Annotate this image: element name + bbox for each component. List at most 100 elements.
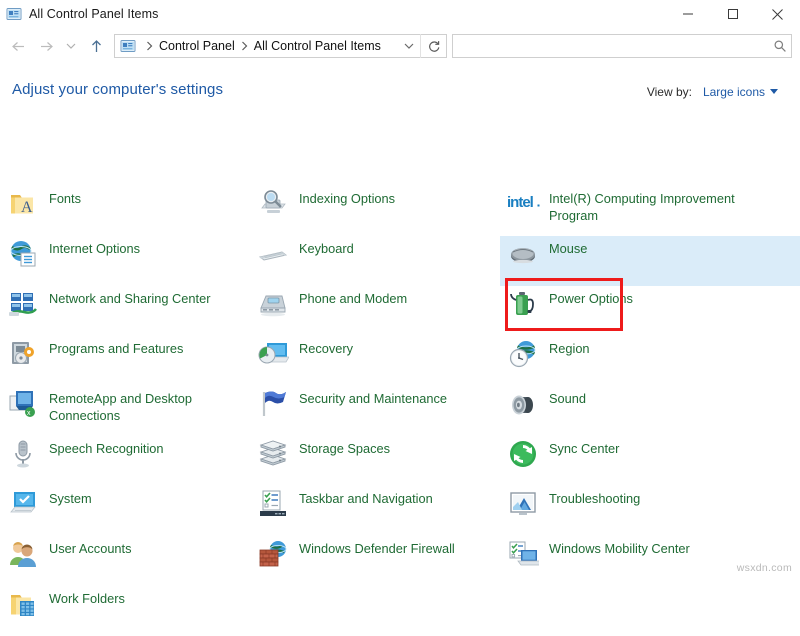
control-panel-item-remoteapp-and-desktop-connections[interactable]: x RemoteApp and Desktop Connections <box>0 386 250 436</box>
control-panel-item-sound[interactable]: Sound <box>500 386 800 436</box>
control-panel-item-work-folders[interactable]: Work Folders <box>0 586 250 636</box>
maximize-button[interactable] <box>710 0 755 28</box>
control-panel-item-fonts[interactable]: A Fonts <box>0 186 250 236</box>
control-panel-item-recovery[interactable]: Recovery <box>250 336 500 386</box>
item-label: RemoteApp and Desktop Connections <box>49 386 219 424</box>
storage-spaces-icon <box>257 438 289 470</box>
sound-speaker-icon <box>507 388 539 420</box>
item-label: System <box>49 486 92 507</box>
control-panel-item-user-accounts[interactable]: User Accounts <box>0 536 250 586</box>
control-panel-item-grid: A Fonts <box>0 186 800 636</box>
control-panel-item-sync-center[interactable]: Sync Center <box>500 436 800 486</box>
item-label: Recovery <box>299 336 353 357</box>
item-label: Fonts <box>49 186 81 207</box>
search-box[interactable] <box>452 34 792 58</box>
control-panel-item-security-and-maintenance[interactable]: Security and Maintenance <box>250 386 500 436</box>
address-bar[interactable]: Control Panel All Control Panel Items <box>114 34 447 58</box>
close-button[interactable] <box>755 0 800 28</box>
item-label: Sound <box>549 386 586 407</box>
item-label: Intel(R) Computing Improvement Program <box>549 186 749 224</box>
item-label: Windows Defender Firewall <box>299 536 455 557</box>
control-panel-item-troubleshooting[interactable]: Troubleshooting <box>500 486 800 536</box>
phone-modem-icon <box>257 288 289 320</box>
keyboard-icon <box>257 238 289 270</box>
control-panel-item-internet-options[interactable]: Internet Options <box>0 236 250 286</box>
control-panel-item-windows-defender-firewall[interactable]: Windows Defender Firewall <box>250 536 500 586</box>
region-icon <box>507 338 539 370</box>
item-label: Work Folders <box>49 586 125 607</box>
control-panel-item-region[interactable]: Region <box>500 336 800 386</box>
firewall-icon <box>257 538 289 570</box>
item-label: Speech Recognition <box>49 436 164 457</box>
address-dropdown-chevron-icon[interactable] <box>398 35 420 57</box>
programs-features-icon <box>7 338 39 370</box>
svg-text:A: A <box>21 199 33 216</box>
intel-logo-icon: intel <box>507 192 539 224</box>
mobility-center-icon <box>507 538 539 570</box>
item-label: Power Options <box>549 286 633 307</box>
back-button[interactable] <box>4 32 32 60</box>
item-label: Security and Maintenance <box>299 386 447 407</box>
page-title: Adjust your computer's settings <box>12 81 223 98</box>
forward-button[interactable] <box>32 32 60 60</box>
breadcrumb-separator-icon <box>140 41 159 51</box>
search-icon[interactable] <box>769 35 791 57</box>
microphone-icon <box>7 438 39 470</box>
item-label: Programs and Features <box>49 336 183 357</box>
item-label: Troubleshooting <box>549 486 640 507</box>
refresh-button[interactable] <box>420 34 446 58</box>
control-panel-item-intel-computing-improvement-program[interactable]: intel Intel(R) Computing Improvement Pro… <box>500 186 800 236</box>
view-by-label: View by: <box>647 85 692 99</box>
control-panel-item-speech-recognition[interactable]: Speech Recognition <box>0 436 250 486</box>
item-label: Internet Options <box>49 236 140 257</box>
control-panel-item-network-and-sharing-center[interactable]: Network and Sharing Center <box>0 286 250 336</box>
user-accounts-icon <box>7 538 39 570</box>
recent-locations-button[interactable] <box>60 32 82 60</box>
svg-text:intel: intel <box>507 194 534 211</box>
navigation-bar: Control Panel All Control Panel Items <box>0 28 800 64</box>
power-options-icon <box>507 288 539 320</box>
item-label: Keyboard <box>299 236 354 257</box>
watermark: wsxdn.com <box>737 562 792 574</box>
window-title: All Control Panel Items <box>29 7 158 21</box>
minimize-button[interactable] <box>665 0 710 28</box>
svg-text:x: x <box>27 410 31 417</box>
content-area: Adjust your computer's settings View by:… <box>0 64 800 580</box>
mouse-icon <box>507 238 539 270</box>
item-label: Region <box>549 336 590 357</box>
up-button[interactable] <box>82 32 110 60</box>
item-label: Network and Sharing Center <box>49 286 210 307</box>
control-panel-item-programs-and-features[interactable]: Programs and Features <box>0 336 250 386</box>
taskbar-navigation-icon <box>257 488 289 520</box>
flag-icon <box>257 388 289 420</box>
sync-center-icon <box>507 438 539 470</box>
control-panel-item-keyboard[interactable]: Keyboard <box>250 236 500 286</box>
item-label: Storage Spaces <box>299 436 390 457</box>
control-panel-item-windows-mobility-center[interactable]: Windows Mobility Center <box>500 536 800 586</box>
control-panel-item-indexing-options[interactable]: Indexing Options <box>250 186 500 236</box>
window-controls <box>665 0 800 28</box>
view-by-control: View by: Large icons <box>647 81 778 99</box>
breadcrumb-item-control-panel[interactable]: Control Panel <box>159 39 235 53</box>
recovery-icon <box>257 338 289 370</box>
network-sharing-center-icon <box>7 288 39 320</box>
search-input[interactable] <box>453 36 769 56</box>
item-label: Mouse <box>549 236 587 257</box>
view-by-dropdown[interactable]: Large icons <box>692 85 778 99</box>
control-panel-item-power-options[interactable]: Power Options <box>500 286 800 336</box>
breadcrumb-separator-icon <box>235 41 254 51</box>
control-panel-item-mouse[interactable]: Mouse <box>500 236 800 286</box>
troubleshooting-icon <box>507 488 539 520</box>
internet-options-icon <box>7 238 39 270</box>
control-panel-icon <box>6 6 22 22</box>
item-label: User Accounts <box>49 536 132 557</box>
heading-row: Adjust your computer's settings View by:… <box>0 64 800 99</box>
system-monitor-icon <box>7 488 39 520</box>
control-panel-item-storage-spaces[interactable]: Storage Spaces <box>250 436 500 486</box>
breadcrumb-item-all-control-panel-items[interactable]: All Control Panel Items <box>254 39 381 53</box>
remoteapp-desktop-icon: x <box>7 388 39 420</box>
control-panel-item-taskbar-and-navigation[interactable]: Taskbar and Navigation <box>250 486 500 536</box>
breadcrumb-control-panel-icon <box>120 38 136 54</box>
control-panel-item-system[interactable]: System <box>0 486 250 536</box>
control-panel-item-phone-and-modem[interactable]: Phone and Modem <box>250 286 500 336</box>
